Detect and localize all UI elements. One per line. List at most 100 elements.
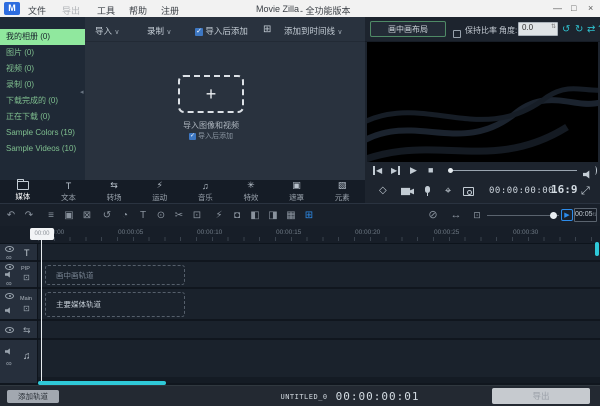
- menu-help[interactable]: 帮助: [129, 4, 147, 17]
- delete-icon[interactable]: ⊠: [80, 210, 94, 221]
- seek-slider-handle[interactable]: [448, 168, 453, 173]
- tab-media[interactable]: 媒体: [0, 180, 46, 203]
- menu-file[interactable]: 文件: [28, 4, 46, 17]
- track-header-main[interactable]: Main ⊡: [0, 289, 37, 321]
- sidebar-item-downloading[interactable]: 正在下载 (0): [0, 109, 85, 125]
- add-after-import-checkbox[interactable]: ✓ 导入后添加: [195, 25, 248, 37]
- minimize-button[interactable]: —: [553, 3, 562, 13]
- menu-tools[interactable]: 工具: [97, 4, 115, 17]
- playhead-handle[interactable]: 00:00: [30, 228, 54, 240]
- marker-icon[interactable]: ⊞: [302, 210, 316, 221]
- pip-track-placeholder[interactable]: 画中画轨道: [45, 265, 185, 285]
- tab-text[interactable]: T 文本: [46, 180, 92, 203]
- snapshot-icon[interactable]: [463, 187, 474, 199]
- camera-record-icon[interactable]: [401, 187, 414, 199]
- fullscreen-icon[interactable]: ⤢: [581, 186, 590, 196]
- sidebar-collapse-icon[interactable]: ◂: [80, 88, 84, 96]
- add-track-button[interactable]: 添加轨道: [7, 390, 59, 403]
- text-track[interactable]: [38, 244, 600, 262]
- track-header-text[interactable]: ∞ T: [0, 244, 37, 262]
- pip-track[interactable]: 画中画轨道: [38, 262, 600, 289]
- export-button[interactable]: 导出: [492, 388, 590, 404]
- pip-layout-button[interactable]: 画中画布局: [370, 21, 446, 37]
- duration-icon[interactable]: ⊙: [154, 210, 168, 221]
- maximize-button[interactable]: □: [571, 3, 576, 13]
- spinner-icon[interactable]: ⇅: [593, 212, 597, 218]
- playhead-line[interactable]: [41, 240, 42, 383]
- lock-link-icon[interactable]: ∞: [6, 280, 12, 288]
- seek-slider[interactable]: [450, 170, 577, 171]
- sidebar-item-downloaded[interactable]: 下载完成的 (0): [0, 93, 85, 109]
- duration-input[interactable]: 00:05⇅: [574, 208, 597, 222]
- speed-icon[interactable]: ◔: [118, 210, 132, 221]
- tab-mask[interactable]: ▣ 遮罩: [274, 180, 320, 203]
- track-header-transition[interactable]: ⇆: [0, 321, 37, 340]
- undo-icon[interactable]: ↶: [4, 210, 18, 221]
- aspect-ratio-display[interactable]: 16:9: [551, 185, 578, 195]
- frame-view-icon[interactable]: ⊡: [470, 210, 484, 221]
- play-icon[interactable]: ▶: [410, 166, 417, 175]
- redo-icon[interactable]: ↷: [22, 210, 36, 221]
- tab-elements[interactable]: ▧ 元素: [319, 180, 365, 203]
- preview-video-viewport[interactable]: [367, 42, 598, 162]
- sidebar-item-videos[interactable]: 视频 (0): [0, 61, 85, 77]
- rotate-ccw-icon[interactable]: ↺: [562, 24, 570, 35]
- audio-track[interactable]: [38, 340, 600, 377]
- focus-icon[interactable]: ⌖: [445, 186, 451, 196]
- snap-toggle-icon[interactable]: ⊘: [426, 210, 440, 221]
- grid-view-icon[interactable]: ⊞: [263, 25, 271, 35]
- keep-ratio-checkbox[interactable]: [453, 25, 461, 43]
- timeline-zoom-handle[interactable]: [550, 212, 557, 219]
- mosaic-icon[interactable]: ▦: [284, 210, 298, 221]
- lock-link-icon[interactable]: ∞: [6, 254, 12, 262]
- record-dropdown[interactable]: 录制 ∨: [147, 25, 172, 37]
- track-header-audio[interactable]: ∞ ♫: [0, 340, 37, 377]
- drop-zone-checkbox[interactable]: ✓ 导入后添加: [85, 131, 337, 141]
- tab-motion[interactable]: ⚡ 运动: [137, 180, 183, 203]
- flip-horizontal-icon[interactable]: ⇄: [587, 24, 595, 35]
- lock-link-icon[interactable]: ∞: [6, 360, 12, 368]
- split-icon[interactable]: ✂: [172, 210, 186, 221]
- tab-transitions[interactable]: ⇆ 转场: [91, 180, 137, 203]
- fit-timeline-icon[interactable]: ↔: [449, 210, 463, 221]
- eye-icon[interactable]: [5, 293, 14, 301]
- render-icon[interactable]: ◇: [379, 186, 387, 196]
- import-drop-zone[interactable]: +: [178, 75, 244, 113]
- sidebar-item-my-album[interactable]: 我的相册 (0): [0, 29, 85, 45]
- sidebar-item-sample-videos[interactable]: Sample Videos (10): [0, 141, 85, 157]
- mute-icon[interactable]: [5, 307, 12, 316]
- rotate-cw-icon[interactable]: ↻: [575, 24, 583, 35]
- text-tool-icon[interactable]: T: [136, 210, 150, 221]
- pip-tool-icon[interactable]: ◨: [266, 210, 280, 221]
- motion-tool-icon[interactable]: ⚡: [212, 210, 226, 221]
- crop-icon[interactable]: ◧: [248, 210, 262, 221]
- transition-track[interactable]: [38, 321, 600, 340]
- angle-input[interactable]: 0.0 ⇅: [518, 22, 558, 36]
- jump-start-icon[interactable]: ◀: [373, 166, 382, 175]
- sidebar-item-images[interactable]: 图片 (0): [0, 45, 85, 61]
- main-track-placeholder[interactable]: 主要媒体轨道: [45, 292, 185, 317]
- properties-icon[interactable]: ≡: [44, 210, 58, 221]
- callout-icon[interactable]: ◘: [230, 210, 244, 221]
- sidebar-item-sample-colors[interactable]: Sample Colors (19): [0, 125, 85, 141]
- menu-register[interactable]: 注册: [161, 4, 179, 17]
- vertical-scrollbar[interactable]: [595, 242, 599, 256]
- add-to-timeline-dropdown[interactable]: 添加到时间线 ∨: [284, 25, 343, 37]
- tab-effects[interactable]: ✳ 特效: [228, 180, 274, 203]
- stop-icon[interactable]: ■: [428, 166, 433, 175]
- sidebar-item-recordings[interactable]: 录制 (0): [0, 77, 85, 93]
- freeze-frame-icon[interactable]: ⊡: [190, 210, 204, 221]
- copy-icon[interactable]: ▣: [62, 210, 76, 221]
- mic-icon[interactable]: [425, 186, 430, 196]
- main-track[interactable]: 主要媒体轨道: [38, 289, 600, 321]
- jump-end-icon[interactable]: ▶: [391, 166, 400, 175]
- preview-clip-icon[interactable]: ▶: [561, 209, 573, 221]
- spinner-icon[interactable]: ⇅: [551, 23, 557, 30]
- close-button[interactable]: ×: [588, 3, 593, 13]
- reverse-icon[interactable]: ↺: [100, 210, 114, 221]
- mute-icon[interactable]: [5, 348, 12, 357]
- import-dropdown[interactable]: 导入 ∨: [95, 25, 120, 37]
- tab-music[interactable]: ♫ 音乐: [183, 180, 229, 203]
- timeline-zoom-slider[interactable]: [487, 215, 559, 216]
- timeline-tracks[interactable]: 画中画轨道 主要媒体轨道: [38, 244, 600, 383]
